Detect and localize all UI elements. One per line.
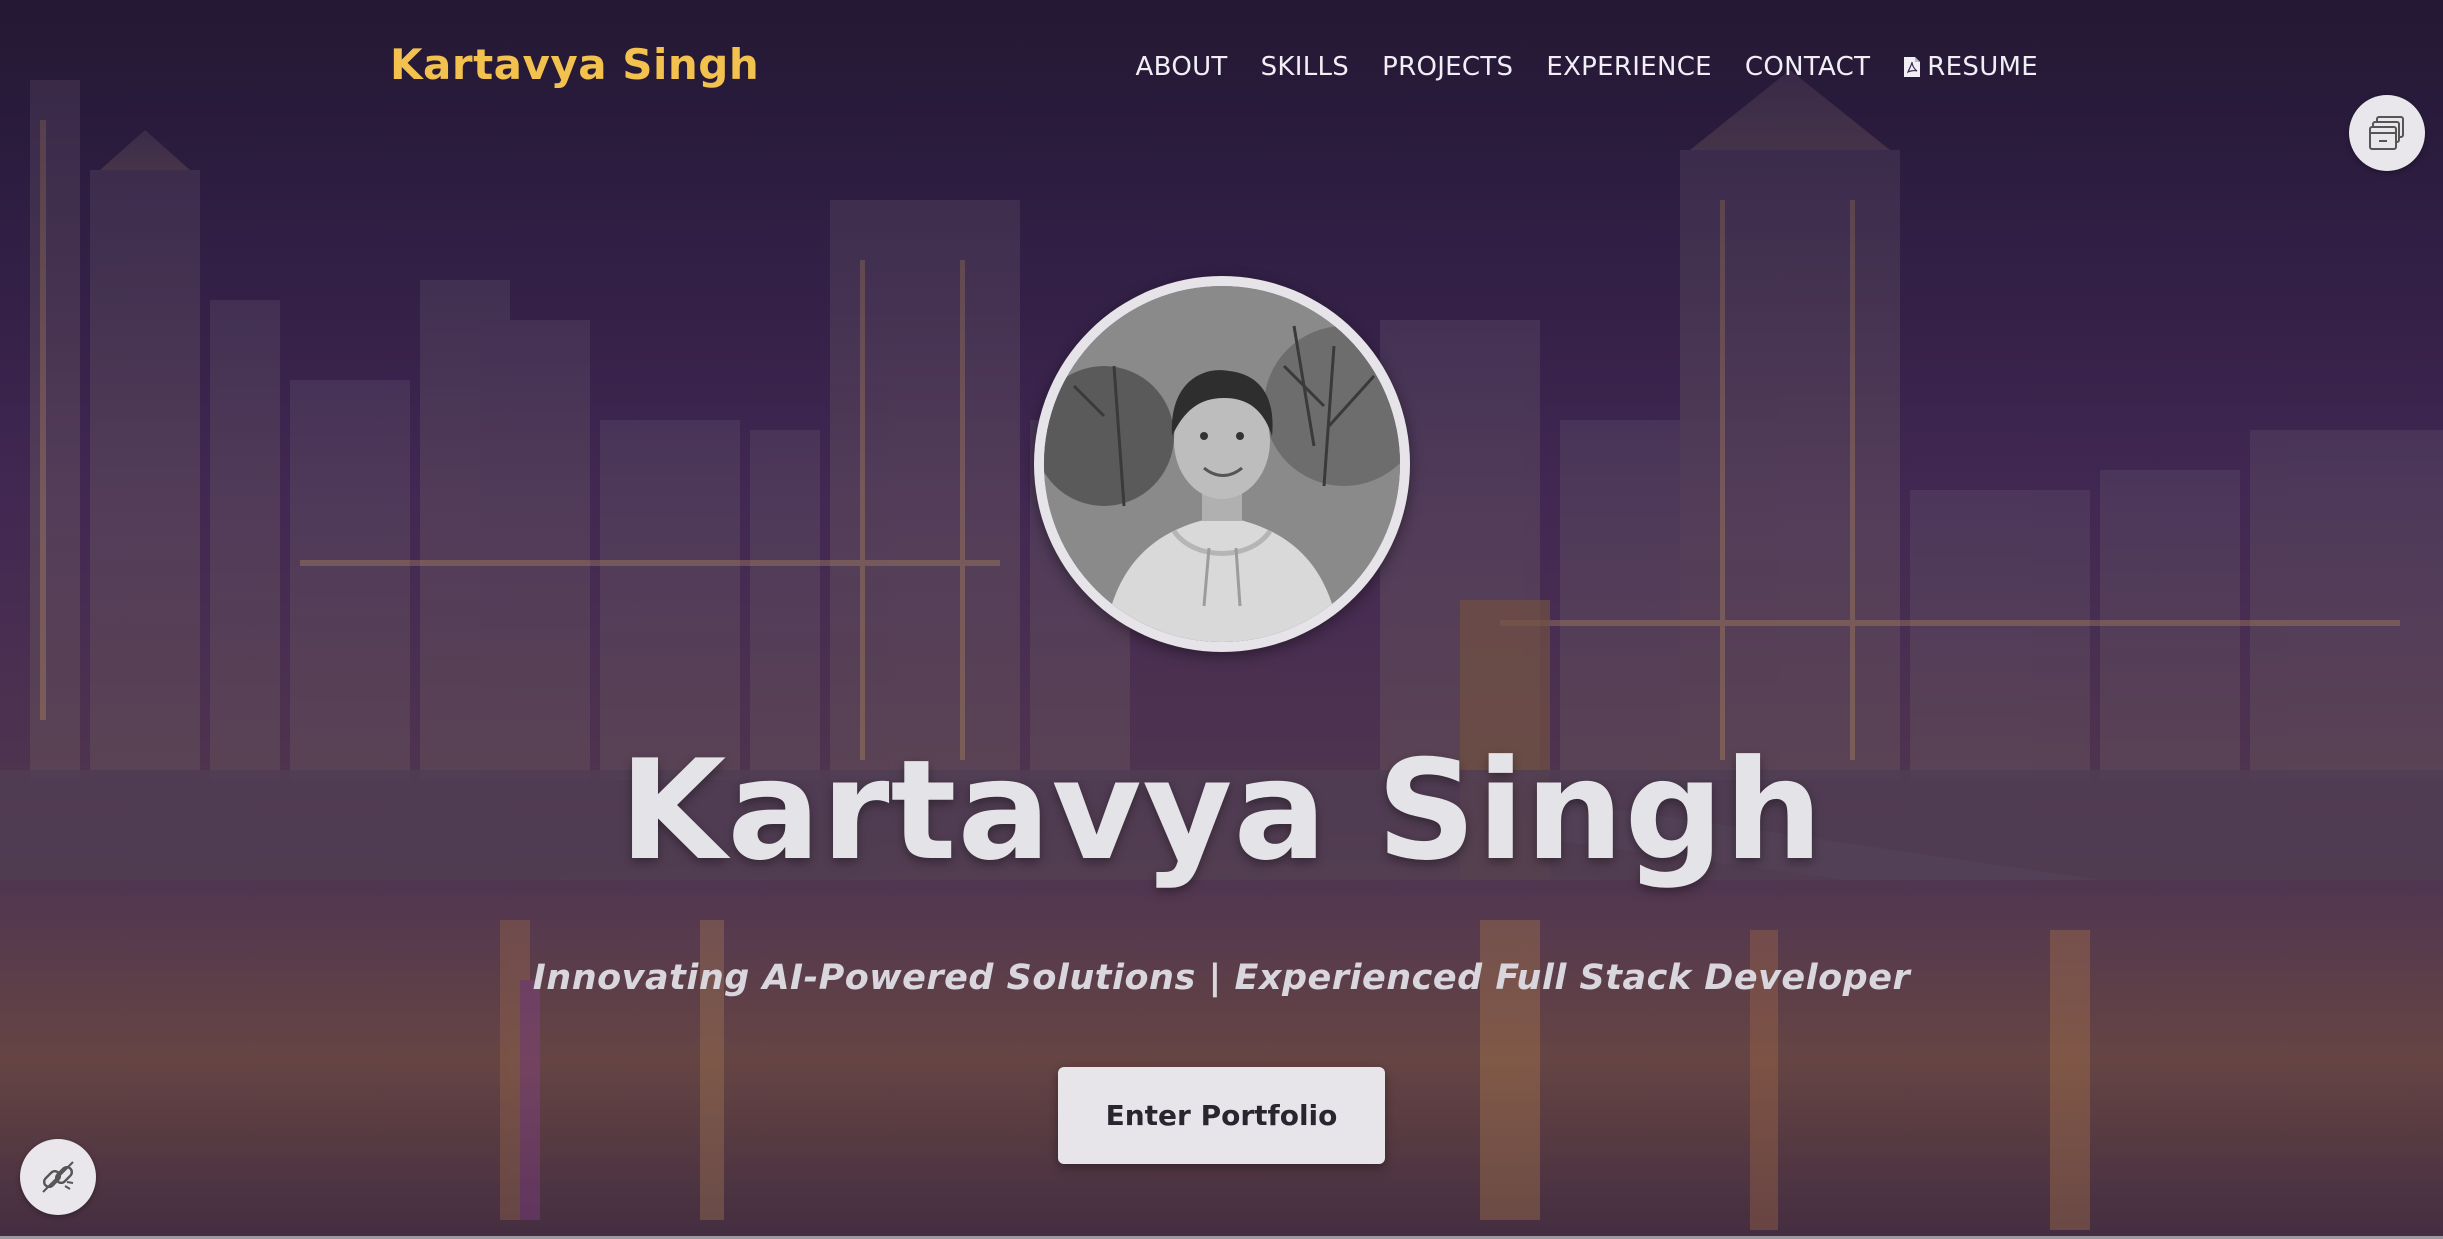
profile-photo <box>1044 286 1400 642</box>
resume-label: RESUME <box>1927 52 2038 82</box>
nav-link-skills[interactable]: SKILLS <box>1261 52 1350 82</box>
link-off-button[interactable] <box>20 1139 96 1215</box>
nav-link-about[interactable]: ABOUT <box>1136 52 1228 82</box>
link-off-icon <box>42 1161 74 1193</box>
nav-brand[interactable]: Kartavya Singh <box>390 40 759 89</box>
enter-portfolio-button[interactable]: Enter Portfolio <box>1058 1067 1385 1164</box>
pdf-file-icon <box>1904 57 1921 77</box>
nav-link-resume[interactable]: RESUME <box>1903 52 2038 82</box>
windows-stack-icon <box>2369 116 2404 150</box>
nav-menu: ABOUT SKILLS PROJECTS EXPERIENCE CONTACT… <box>1136 52 2038 82</box>
nav-link-projects[interactable]: PROJECTS <box>1382 52 1513 82</box>
windows-stack-button[interactable] <box>2349 95 2425 171</box>
hero-subtitle: Innovating AI-Powered Solutions | Experi… <box>532 958 1911 998</box>
nav-link-experience[interactable]: EXPERIENCE <box>1546 52 1712 82</box>
nav-link-contact[interactable]: CONTACT <box>1745 52 1870 82</box>
hero-section: Kartavya Singh ABOUT SKILLS PROJECTS EXP… <box>0 0 2443 1239</box>
profile-avatar-ring <box>1034 276 1410 652</box>
hero-title: Kartavya Singh <box>619 730 1824 891</box>
profile-avatar <box>1044 286 1400 642</box>
